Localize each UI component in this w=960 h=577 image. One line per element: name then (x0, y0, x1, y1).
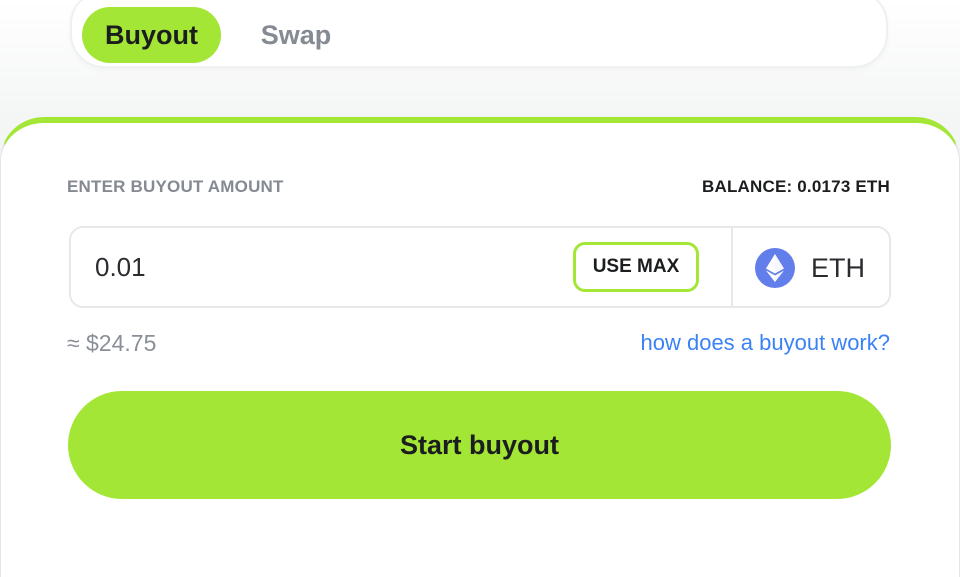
input-divider (731, 228, 733, 306)
tab-swap[interactable]: Swap (236, 7, 356, 63)
use-max-button[interactable]: USE MAX (573, 242, 699, 292)
token-selector[interactable]: ETH (755, 246, 865, 290)
usd-estimate: ≈ $24.75 (67, 330, 157, 356)
amount-input-group: USE MAX ETH (69, 226, 891, 308)
amount-input[interactable] (95, 244, 535, 290)
balance-display: BALANCE: 0.0173 ETH (701, 177, 890, 196)
start-buyout-button[interactable]: Start buyout (68, 391, 891, 499)
mode-tabs: Buyout Swap (70, 0, 888, 68)
buyout-help-link[interactable]: how does a buyout work? (641, 330, 891, 356)
amount-section-label: ENTER BUYOUT AMOUNT (67, 177, 284, 196)
ethereum-icon (755, 248, 795, 288)
token-label: ETH (811, 252, 865, 283)
tab-buyout[interactable]: Buyout (82, 7, 221, 63)
